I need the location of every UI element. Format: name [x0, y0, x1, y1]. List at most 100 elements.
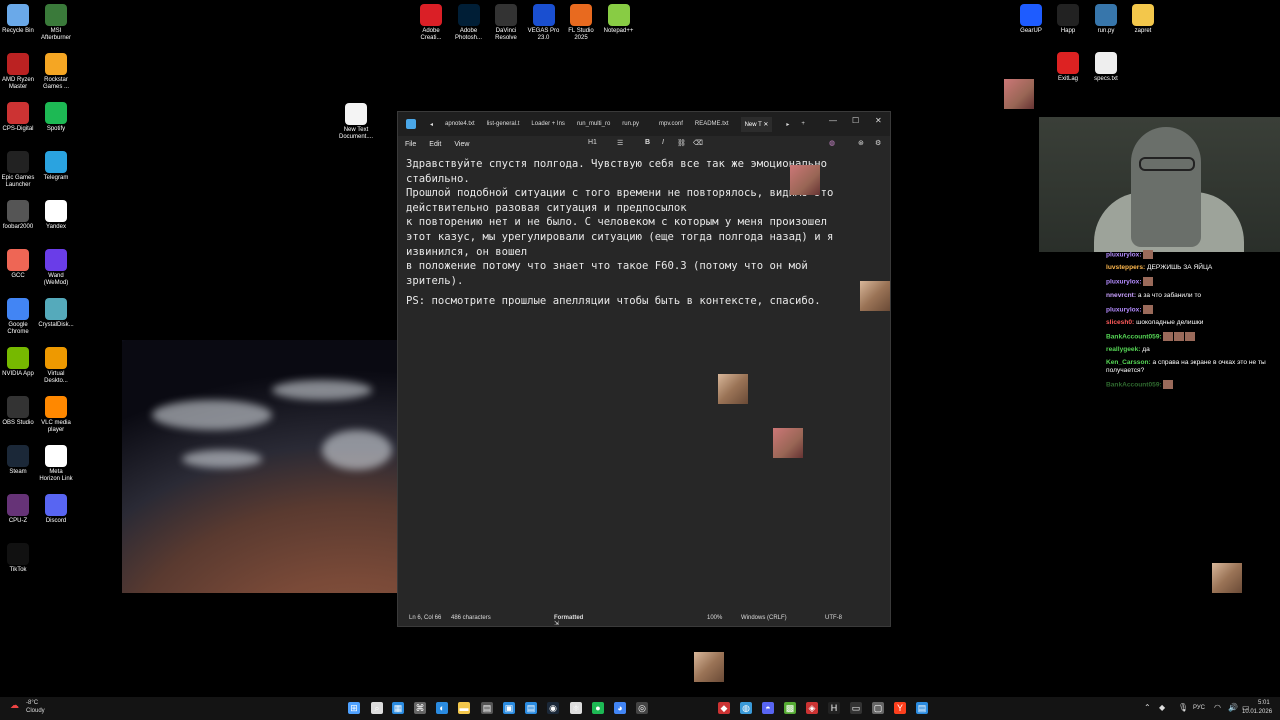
microphone-icon[interactable]: 🎙	[1178, 703, 1188, 712]
chat-username: reallygeek:	[1106, 346, 1141, 353]
taskbar-chrome-icon[interactable]: ◕	[614, 702, 626, 714]
weather-desc[interactable]: Cloudy	[26, 708, 45, 714]
weather-temp[interactable]: -8°C	[26, 700, 38, 706]
tab-0[interactable]: apnote4.txt	[445, 121, 475, 127]
vlc-icon	[45, 396, 67, 418]
volume-icon[interactable]: 🔊	[1228, 703, 1238, 712]
desktop-icon-left-3[interactable]: Rockstar Games ...	[34, 53, 78, 91]
tab-2[interactable]: Loader + Ins	[531, 121, 565, 127]
chat-message: nnevrcnt: а за что забанили то	[1106, 292, 1278, 300]
bold-button[interactable]: B	[645, 139, 650, 146]
cps-digital-icon	[7, 102, 29, 124]
taskbar-store-icon[interactable]: ▣	[503, 702, 515, 714]
desktop-icon-left-9[interactable]: Yandex	[34, 200, 78, 231]
desktop-icon-left-11[interactable]: Wand (WeMod)	[34, 249, 78, 287]
format-status[interactable]: ⇲ Formatted	[554, 615, 583, 627]
tab-1[interactable]: list-general.t	[487, 121, 520, 127]
taskbar-minecraft-icon[interactable]: ▩	[784, 702, 796, 714]
taskbar-app3-icon[interactable]: ▢	[872, 702, 884, 714]
desktop-icon-left-7[interactable]: Telegram	[34, 151, 78, 182]
emote-sprite	[860, 281, 890, 311]
taskbar-file-explorer-icon[interactable]: ▦	[392, 702, 404, 714]
chat-message: reallygeek: да	[1106, 346, 1278, 354]
desktop-icon-label: CrystalDisk...	[38, 322, 74, 328]
desktop-icon-label: Discord	[45, 518, 67, 524]
desktop-icon-left-15[interactable]: Virtual Deskto...	[34, 347, 78, 385]
desktop-icon-left-21[interactable]: Discord	[34, 494, 78, 525]
chat-emote-icon	[1142, 250, 1153, 259]
taskbar-chatgpt-icon[interactable]: ⚛	[570, 702, 582, 714]
heading-dropdown[interactable]: H1	[588, 139, 597, 146]
menu-edit[interactable]: Edit	[429, 141, 441, 148]
tab-5[interactable]: mpv.conf	[659, 121, 683, 127]
chat-message: slicesh0: шоколадные делишки	[1106, 319, 1278, 327]
recycle-bin-icon	[7, 4, 29, 26]
desktop-icon-right-5[interactable]: specs.txt	[1084, 52, 1128, 83]
taskbar-start-menu-icon[interactable]: ⊞	[348, 702, 360, 714]
settings-gear-icon[interactable]: ⚙	[875, 139, 881, 147]
emote-sprite	[718, 374, 748, 404]
taskbar-notepad-active-icon[interactable]: ▤	[916, 702, 928, 714]
line-10: PS: посмотрите прошлые апелляции чтобы б…	[406, 295, 821, 308]
clock-date[interactable]: 10.01.2026	[1242, 709, 1272, 715]
taskbar-terminal-icon[interactable]: ▭	[850, 702, 862, 714]
list-dropdown-icon[interactable]: ☰	[617, 139, 623, 147]
tab-active[interactable]: New T ✕	[740, 116, 773, 132]
minimize-icon[interactable]: —	[829, 116, 837, 125]
taskbar-calculator-icon[interactable]: ▤	[481, 702, 493, 714]
tab-scroll-right-icon[interactable]: ▸	[786, 121, 789, 128]
desktop-icon-left-13[interactable]: CrystalDisk...	[34, 298, 78, 329]
tray-app-icon[interactable]: ◆	[1159, 703, 1165, 712]
taskbar-spotify-icon[interactable]: ●	[592, 702, 604, 714]
desktop-icon-left-17[interactable]: VLC media player	[34, 396, 78, 434]
profile-icon[interactable]: ⊛	[858, 139, 864, 147]
encoding[interactable]: UTF-8	[825, 615, 842, 621]
taskbar-steam-icon[interactable]: ◉	[547, 702, 559, 714]
tab-4[interactable]: run.py	[622, 121, 639, 127]
desktop-icon-label: Rockstar Games ...	[42, 77, 69, 90]
folder-icon	[1132, 4, 1154, 26]
taskbar-app-icon[interactable]: ◆	[718, 702, 730, 714]
desktop-icon-left-19[interactable]: Meta Horizon Link	[34, 445, 78, 483]
tray-expand-icon[interactable]: ⌃	[1144, 703, 1151, 712]
link-icon[interactable]: ⛓	[677, 139, 686, 147]
language-indicator[interactable]: РУС	[1193, 705, 1205, 711]
wifi-icon[interactable]: ◠	[1214, 703, 1221, 712]
photoshop-icon	[457, 4, 480, 26]
taskbar-yandex-icon[interactable]: Y	[894, 702, 906, 714]
desktop-icon-left-5[interactable]: Spotify	[34, 102, 78, 133]
desktop-icon-label: Adobe Photosh...	[454, 28, 483, 41]
maximize-icon[interactable]: ☐	[852, 116, 859, 125]
copilot-icon[interactable]: ◍	[829, 139, 835, 147]
taskbar-folder-icon[interactable]: ▬	[458, 702, 470, 714]
taskbar-happ-icon[interactable]: H	[828, 702, 840, 714]
desktop-icon-label: Virtual Deskto...	[44, 371, 68, 384]
zoom-level[interactable]: 100%	[707, 615, 722, 621]
menu-file[interactable]: File	[405, 141, 416, 148]
taskbar-copilot-icon[interactable]: ⌘	[414, 702, 426, 714]
clock-time[interactable]: 5:01	[1258, 700, 1270, 706]
taskbar-app2-icon[interactable]: ◈	[806, 702, 818, 714]
taskbar-browser-icon[interactable]: ◍	[740, 702, 752, 714]
tab-3[interactable]: run_multi_ro	[577, 121, 610, 127]
taskbar-discord-icon[interactable]: ◓	[762, 702, 774, 714]
gcc-icon	[7, 249, 29, 271]
taskbar-notepad-icon[interactable]: ▤	[525, 702, 537, 714]
new-tab-button[interactable]: +	[801, 121, 805, 127]
italic-button[interactable]: I	[662, 139, 664, 146]
close-icon[interactable]: ✕	[875, 116, 882, 125]
desktop-icon-left-22[interactable]: TikTok	[0, 543, 40, 574]
taskbar-edge-icon[interactable]: ◐	[436, 702, 448, 714]
new-text-document-icon[interactable]: New Text Document....	[334, 103, 378, 141]
tab-6[interactable]: README.txt	[695, 121, 729, 127]
clear-format-icon[interactable]: ⌫	[693, 139, 703, 147]
line-ending[interactable]: Windows (CRLF)	[741, 615, 787, 621]
desktop-icon-right-3[interactable]: zapret	[1121, 4, 1165, 35]
desktop-icon-left-1[interactable]: MSI Afterburner	[34, 4, 78, 42]
desktop-icon-top-5[interactable]: Notepad++	[597, 4, 641, 35]
tab-scroll-left-icon[interactable]: ◂	[430, 121, 433, 128]
taskbar-search-icon[interactable]: ⌕	[371, 702, 383, 714]
desktop: Recycle Bin MSI Afterburner AMD Ryzen Mast…	[0, 0, 1280, 720]
taskbar-obs-icon[interactable]: ◎	[636, 702, 648, 714]
menu-view[interactable]: View	[454, 141, 469, 148]
